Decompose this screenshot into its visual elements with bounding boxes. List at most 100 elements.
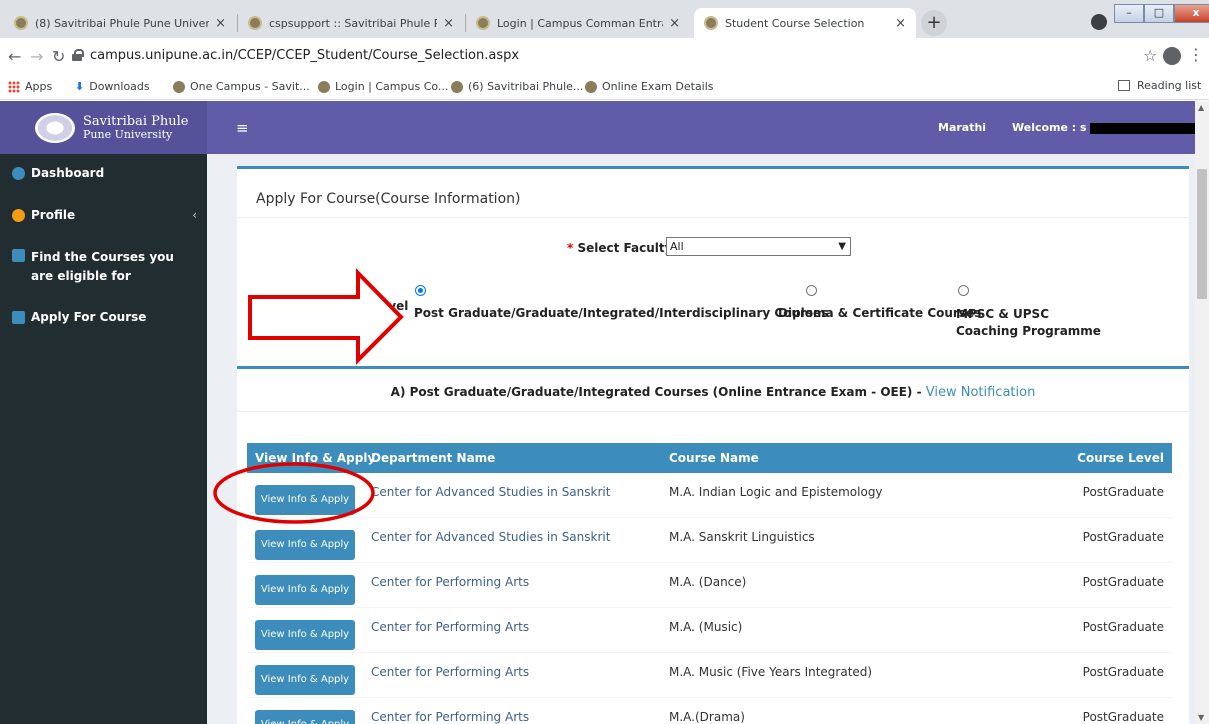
bookmark-savitribai-phule[interactable]: (6) Savitribai Phule... <box>451 80 583 93</box>
faculty-select[interactable]: All ▼ <box>666 237 851 256</box>
tab-close-icon[interactable]: × <box>669 16 680 31</box>
header-course-level: Course Level <box>1077 451 1164 465</box>
department-name-cell: Center for Performing Arts <box>371 710 530 724</box>
radio-postgraduate[interactable] <box>415 285 426 296</box>
view-info-apply-button[interactable]: View Info & Apply <box>255 530 355 560</box>
sidebar-item-apply-course[interactable]: Apply For Course <box>12 310 197 324</box>
sidebar-item-label: Profile <box>31 208 76 222</box>
course-name-cell: M.A. Indian Logic and Epistemology <box>669 485 883 499</box>
table-row: View Info & Apply Center for Performing A… <box>247 563 1172 608</box>
tab-title: Student Course Selection <box>725 16 865 30</box>
page-scrollbar[interactable]: ▲ ▼ <box>1195 101 1209 724</box>
bookmark-label: One Campus - Savit... <box>190 80 310 93</box>
university-favicon-icon <box>451 80 463 93</box>
course-name-cell: M.A.(Drama) <box>669 710 745 724</box>
bookmark-label: Online Exam Details <box>602 80 714 93</box>
main-content: Apply For Course(Course Information) * S… <box>207 154 1195 724</box>
scroll-up-icon[interactable]: ▲ <box>1198 103 1204 112</box>
table-row: View Info & Apply Center for Advanced Stu… <box>247 518 1172 563</box>
view-info-apply-button[interactable]: View Info & Apply <box>255 710 355 724</box>
course-level-label-text: Select Course Level <box>275 299 409 313</box>
department-name-cell: Center for Performing Arts <box>371 575 530 589</box>
bookmark-label: Downloads <box>89 80 150 93</box>
maximize-button[interactable]: □ <box>1144 4 1174 23</box>
table-row: View Info & Apply Center for Performing A… <box>247 698 1172 724</box>
sidebar-item-label: Find the Courses you are eligible for <box>31 250 174 283</box>
required-mark: * <box>567 241 574 255</box>
course-level-cell: PostGraduate <box>1082 485 1164 499</box>
university-favicon-icon <box>585 80 597 93</box>
hamburger-menu-icon[interactable]: ≡ <box>236 119 249 137</box>
course-name-cell: M.A. (Dance) <box>669 575 747 589</box>
university-favicon-icon <box>704 16 718 30</box>
university-favicon-icon <box>476 16 490 30</box>
sidebar: Dashboard Profile ‹ Find the Courses you… <box>0 154 207 724</box>
table-row: View Info & Apply Center for Advanced Stu… <box>247 473 1172 518</box>
user-circle-icon <box>12 209 25 222</box>
divider <box>237 411 1189 412</box>
reading-list-label: Reading list <box>1137 79 1202 92</box>
forward-arrow-icon[interactable]: → <box>30 47 43 66</box>
scrollbar-thumb[interactable] <box>1197 169 1207 299</box>
bookmark-one-campus[interactable]: One Campus - Savit... <box>173 80 310 93</box>
tab-close-icon[interactable]: × <box>895 16 906 31</box>
sidebar-item-profile[interactable]: Profile ‹ <box>12 208 197 222</box>
table-row: View Info & Apply Center for Performing A… <box>247 608 1172 653</box>
bookmark-apps[interactable]: Apps <box>8 80 52 93</box>
browser-tab-3[interactable]: Login | Campus Comman Entranc × <box>466 8 690 38</box>
department-name-cell: Center for Advanced Studies in Sanskrit <box>371 530 611 544</box>
header-course-name: Course Name <box>669 451 759 465</box>
view-info-apply-button[interactable]: View Info & Apply <box>255 485 355 515</box>
bookmark-downloads[interactable]: ⬇ Downloads <box>75 80 150 93</box>
scroll-down-icon[interactable]: ▼ <box>1198 713 1204 722</box>
browser-tab-2[interactable]: cspsupport :: Savitribai Phule Pur × <box>238 8 464 38</box>
tab-close-icon[interactable]: × <box>215 16 226 31</box>
sidebar-item-label: Dashboard <box>31 166 105 180</box>
view-info-apply-button[interactable]: View Info & Apply <box>255 665 355 695</box>
radio-mpsc-upsc[interactable] <box>958 285 969 296</box>
bookmark-online-exam[interactable]: Online Exam Details <box>585 80 714 93</box>
view-notification-link[interactable]: View Notification <box>926 385 1036 400</box>
radio-diploma[interactable] <box>806 285 817 296</box>
bookmark-login-campus[interactable]: Login | Campus Co... <box>318 80 448 93</box>
browser-tab-active[interactable]: Student Course Selection × <box>694 8 916 38</box>
sidebar-item-find-courses[interactable]: Find the Courses you are eligible for <box>12 248 197 286</box>
window-controls: – □ x <box>1114 4 1209 23</box>
option-mpsc-upsc-text: MPSC & UPSC Coaching Programme <box>956 307 1101 338</box>
new-tab-button[interactable]: + <box>921 10 947 36</box>
download-icon: ⬇ <box>75 80 85 93</box>
sidebar-item-dashboard[interactable]: Dashboard <box>12 166 197 180</box>
url-field[interactable]: campus.unipune.ac.in/CCEP/CCEP_Student/C… <box>90 48 519 63</box>
bookmark-label: Apps <box>25 80 53 93</box>
close-window-button[interactable]: x <box>1174 4 1209 23</box>
account-avatar-icon[interactable] <box>1163 47 1181 65</box>
brand-line-2: Pune University <box>83 127 173 141</box>
back-arrow-icon[interactable]: ← <box>8 47 21 66</box>
browser-menu-icon[interactable]: ⋮ <box>1188 45 1204 64</box>
tab-title: Login | Campus Comman Entranc <box>497 16 664 30</box>
view-info-apply-button[interactable]: View Info & Apply <box>255 620 355 650</box>
section-title: A) Post Graduate/Graduate/Integrated Cou… <box>237 385 1189 400</box>
header-view-info: View Info & Apply <box>255 451 376 465</box>
course-level-cell: PostGraduate <box>1082 530 1164 544</box>
brand-text: Savitribai Phule Pune University <box>83 115 188 141</box>
view-info-apply-button[interactable]: View Info & Apply <box>255 575 355 605</box>
browser-profile-icon[interactable] <box>1091 14 1107 30</box>
reading-list-button[interactable]: Reading list <box>1118 79 1201 92</box>
university-brand[interactable]: Savitribai Phule Pune University <box>0 101 207 154</box>
tab-close-icon[interactable]: × <box>443 16 454 31</box>
course-level-label: * Select Course Level <box>265 299 408 313</box>
table-body: View Info & Apply Center for Advanced Stu… <box>247 473 1172 724</box>
bookmark-star-icon[interactable]: ☆ <box>1143 46 1157 65</box>
university-favicon-icon <box>318 80 330 93</box>
welcome-user: Welcome : s <box>1012 121 1200 134</box>
lock-icon <box>72 49 84 61</box>
site-header: Savitribai Phule Pune University ≡ Marat… <box>0 101 1200 154</box>
address-bar: ← → ↻ campus.unipune.ac.in/CCEP/CCEP_Stu… <box>0 38 1209 74</box>
browser-tab-1[interactable]: (8) Savitribai Phule Pune Universi × <box>4 8 236 38</box>
option-diploma-label: Diploma & Certificate Courses <box>778 306 982 320</box>
reload-icon[interactable]: ↻ <box>52 47 65 66</box>
minimize-button[interactable]: – <box>1114 4 1144 23</box>
language-link[interactable]: Marathi <box>938 121 986 134</box>
university-favicon-icon <box>173 80 185 93</box>
